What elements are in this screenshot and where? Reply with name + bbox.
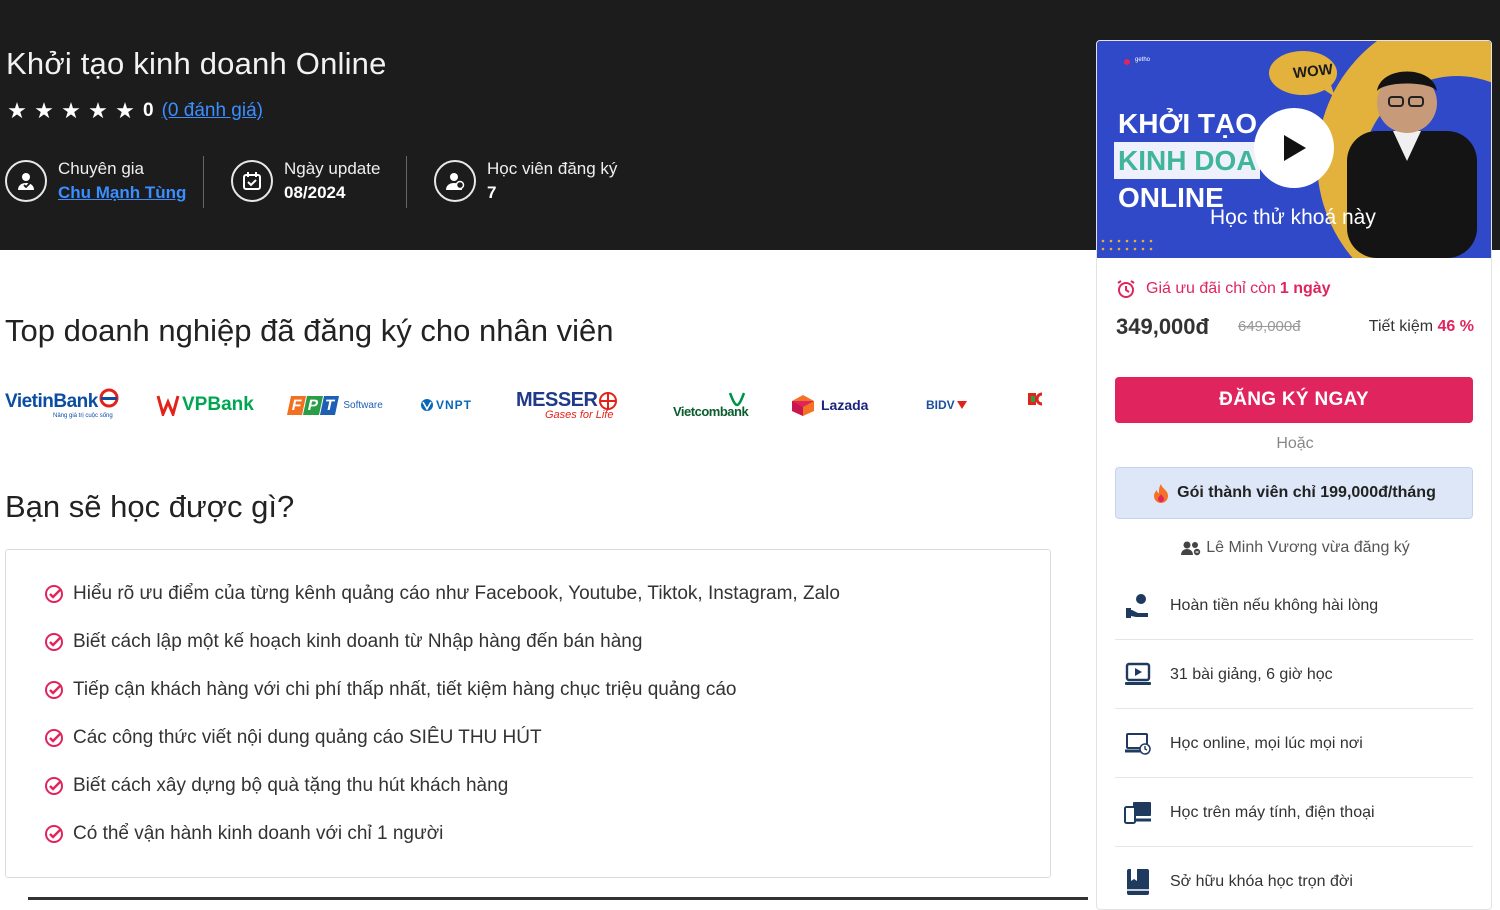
star-icon: ★: [115, 98, 135, 123]
learn-item: Các công thức viết nội dung quảng cáo SI…: [44, 727, 542, 749]
original-price: 649,000đ: [1238, 318, 1301, 335]
feature-devices: Học trên máy tính, điện thoại: [1115, 779, 1473, 847]
lazada-logo: Lazada: [790, 380, 868, 430]
purchase-sidebar: getho WOW KHỞI TẠO KINH DOA ONLINE Học t…: [1096, 40, 1492, 910]
star-icon: ★: [34, 98, 54, 123]
update-label: Ngày update: [284, 159, 381, 178]
meta-update: Ngày update 08/2024: [231, 155, 380, 207]
rating-count-link[interactable]: (0 đánh giá): [162, 100, 263, 122]
expert-icon: [5, 160, 47, 202]
learn-item: Biết cách lập một kế hoạch kinh doanh từ…: [44, 631, 642, 653]
meta-expert: Chuyên gia Chu Mạnh Tùng: [5, 155, 186, 207]
meta-divider: [203, 156, 204, 208]
rating-score: 0: [143, 100, 154, 121]
devices-icon: [1123, 798, 1153, 828]
alarm-icon: [1117, 280, 1135, 298]
students-icon: [434, 160, 476, 202]
register-now-button[interactable]: ĐĂNG KÝ NGAY: [1115, 377, 1473, 423]
course-title: Khởi tạo kinh doanh Online: [6, 46, 387, 81]
learn-box: Hiểu rõ ưu điểm của từng kênh quảng cáo …: [5, 549, 1051, 878]
vnpt-logo: VNPT: [420, 380, 472, 430]
meta-students: Học viên đăng ký 7: [434, 155, 617, 207]
check-icon: [45, 825, 63, 843]
bidv-logo: BIDV: [926, 380, 968, 430]
vietinbank-logo: VietinBank Nâng giá trị cuộc sống: [5, 380, 119, 430]
recent-signup: Lê Minh Vương vừa đăng ký: [1097, 539, 1491, 557]
vpbank-logo: VPBank: [156, 380, 254, 430]
feature-lessons: 31 bài giảng, 6 giờ học: [1115, 641, 1473, 709]
membership-button[interactable]: Gói thành viên chỉ 199,000đ/tháng: [1115, 467, 1473, 519]
expert-name-link[interactable]: Chu Mạnh Tùng: [58, 181, 186, 205]
company-logos: VietinBank Nâng giá trị cuộc sống VPBank…: [0, 380, 1060, 430]
star-icon: ★: [61, 98, 81, 123]
rating-row: ★ ★ ★ ★ ★ 0 (0 đánh giá): [5, 100, 263, 122]
learn-item: Hiểu rõ ưu điểm của từng kênh quảng cáo …: [44, 583, 840, 605]
check-icon: [45, 681, 63, 699]
companies-title: Top doanh nghiệp đã đăng ký cho nhân viê…: [5, 313, 614, 348]
or-label: Hoặc: [1276, 435, 1314, 452]
check-icon: [45, 585, 63, 603]
learn-title: Bạn sẽ học được gì?: [5, 489, 295, 524]
online-icon: [1123, 729, 1153, 759]
thumb-headline: KHỞI TẠO KINH DOA ONLINE: [1114, 105, 1261, 216]
partial-logo: [1028, 374, 1052, 424]
students-label: Học viên đăng ký: [487, 159, 618, 178]
messer-logo: MESSER Gases for Life: [516, 380, 618, 430]
feature-refund: Hoàn tiền nếu không hài lòng: [1115, 572, 1473, 640]
feature-online: Học online, mọi lúc mọi nơi: [1115, 710, 1473, 778]
play-icon[interactable]: [1254, 108, 1334, 188]
calendar-icon: [231, 160, 273, 202]
promo-countdown: Giá ưu đãi chỉ còn 1 ngày: [1116, 279, 1331, 299]
feature-lifetime: Sở hữu khóa học trọn đời: [1115, 848, 1473, 909]
learn-item: Tiếp cận khách hàng với chi phí thấp nhấ…: [44, 679, 736, 701]
learn-item: Có thể vận hành kinh doanh với chỉ 1 ngư…: [44, 823, 443, 845]
check-icon: [45, 729, 63, 747]
update-value: 08/2024: [284, 183, 346, 202]
star-icon: ★: [7, 98, 27, 123]
learn-item: Biết cách xây dựng bộ quà tặng thu hút k…: [44, 775, 508, 797]
star-icon: ★: [88, 98, 108, 123]
video-icon: [1123, 660, 1153, 690]
check-icon: [45, 633, 63, 651]
current-price: 349,000đ: [1116, 314, 1209, 339]
students-value: 7: [487, 183, 497, 202]
users-icon: [1181, 541, 1201, 556]
check-icon: [45, 777, 63, 795]
vietcombank-logo: Vietcombank: [673, 380, 749, 430]
refund-icon: [1123, 591, 1153, 621]
book-icon: [1123, 867, 1153, 897]
meta-divider: [406, 156, 407, 208]
course-preview-thumbnail[interactable]: getho WOW KHỞI TẠO KINH DOA ONLINE Học t…: [1097, 41, 1491, 258]
fpt-logo: F P T Software: [286, 380, 383, 430]
fire-icon: [1154, 484, 1169, 503]
expert-label: Chuyên gia: [58, 159, 145, 178]
saving-percent: Tiết kiệm 46 %: [1368, 318, 1474, 335]
preview-label[interactable]: Học thử khoá này: [1210, 206, 1376, 230]
